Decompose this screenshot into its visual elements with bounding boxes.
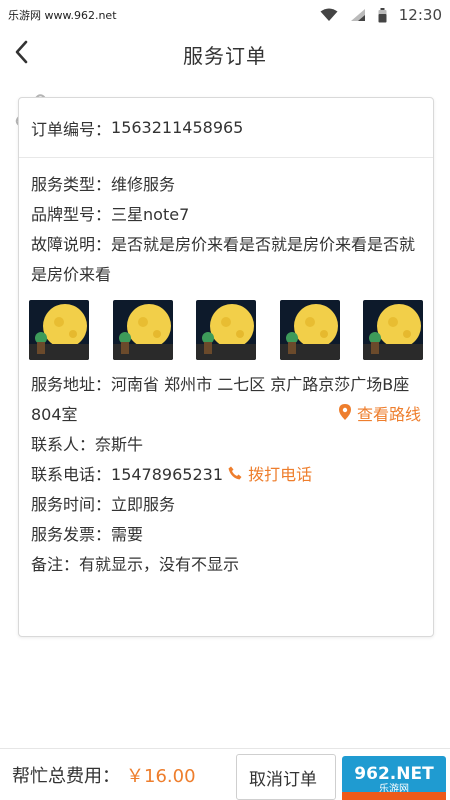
logo-text: 962.NET [354,764,434,784]
phone-value: 15478965231 [111,465,223,484]
service-type-row: 服务类型：维修服务 [31,170,421,200]
order-card: 订单编号： 1563211458965 服务类型：维修服务 品牌型号：三星not… [18,97,434,637]
signal-icon [350,8,366,22]
call-button[interactable]: 拨打电话 [228,460,312,490]
contact-value: 奈斯牛 [95,435,144,454]
status-bar: 乐游网 www.962.net 12:30 [0,0,450,30]
brand-model-label: 品牌型号： [31,205,112,224]
phone-row: 联系电话：15478965231 拨打电话 [31,460,421,490]
location-pin-icon [338,400,351,430]
watermark-text: 乐游网 www.962.net [8,9,117,22]
phone-icon [228,460,242,490]
brand-model-value: 三星note7 [111,205,190,224]
view-route-label: 查看路线 [356,405,421,424]
photo-thumbnail[interactable] [112,300,173,360]
back-arrow-icon [14,40,28,68]
cancel-order-button[interactable]: 取消订单 [236,754,336,800]
total-fee-value: ￥16.00 [126,765,196,787]
logo-orange-strip [342,792,446,800]
photo-thumbnails [19,290,433,370]
page-title: 服务订单 [183,43,267,68]
remark-row: 备注：有就显示，没有不显示 [31,550,421,580]
header: 服务订单 [0,30,450,78]
remark-label: 备注： [31,555,80,574]
call-label: 拨打电话 [248,465,313,484]
service-type-label: 服务类型： [31,175,112,194]
view-route-button[interactable]: 查看路线 [338,400,421,430]
fault-row: 故障说明：是否就是房价来看是否就是房价来看是否就是房价来看 [31,230,421,290]
phone-label: 联系电话： [31,465,112,484]
contact-details: 服务地址：河南省 郑州市 二七区 京广路京莎广场B座804室 查看路线 联系人：… [19,370,433,580]
address-label: 服务地址： [31,375,112,394]
total-fee-label: 帮忙总费用： [12,765,120,787]
battery-icon [378,7,387,23]
invoice-value: 需要 [111,525,144,544]
remark-value: 有就显示，没有不显示 [79,555,240,574]
contact-label: 联系人： [31,435,96,454]
contact-row: 联系人：奈斯牛 [31,430,421,460]
order-number-label: 订单编号： [31,119,112,139]
service-time-label: 服务时间： [31,495,112,514]
service-time-row: 服务时间：立即服务 [31,490,421,520]
order-details: 服务类型：维修服务 品牌型号：三星note7 故障说明：是否就是房价来看是否就是… [19,158,433,290]
photo-thumbnail[interactable] [363,300,423,360]
invoice-label: 服务发票： [31,525,112,544]
fault-label: 故障说明： [31,235,112,254]
route-row: 查看路线 [31,400,421,430]
photo-thumbnail[interactable] [29,300,89,360]
back-button[interactable] [6,36,36,72]
photo-thumbnail[interactable] [279,300,340,360]
site-logo: 962.NET 乐游网 [336,752,448,800]
clock-time: 12:30 [398,6,442,24]
wifi-icon [320,8,338,22]
order-number-value: 1563211458965 [111,118,244,137]
invoice-row: 服务发票：需要 [31,520,421,550]
brand-model-row: 品牌型号：三星note7 [31,200,421,230]
service-type-value: 维修服务 [111,175,176,194]
service-time-value: 立即服务 [111,495,176,514]
order-number-row: 订单编号： 1563211458965 [19,98,433,158]
photo-thumbnail[interactable] [196,300,256,360]
